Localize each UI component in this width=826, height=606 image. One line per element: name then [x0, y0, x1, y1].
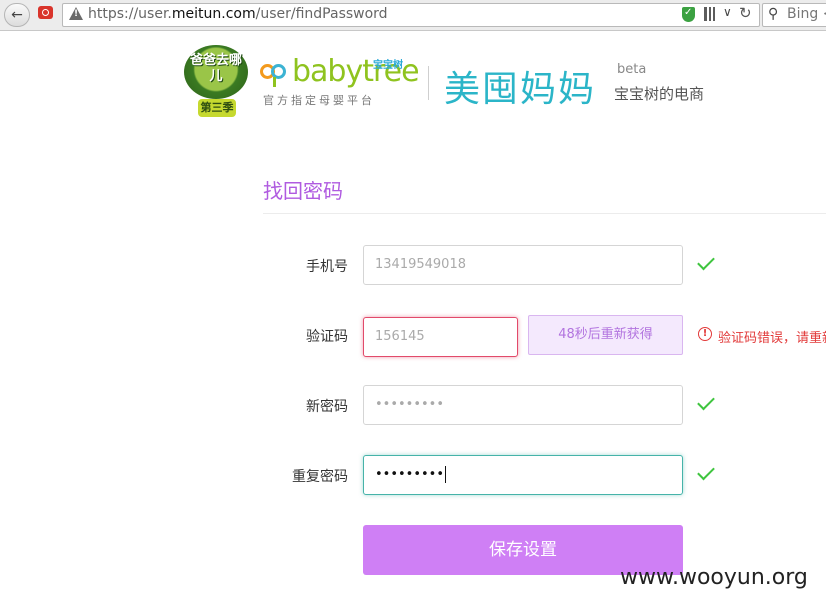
babytree-cn-label: 宝宝树 [373, 60, 403, 71]
back-arrow-icon[interactable]: ← [4, 3, 30, 27]
new-password-input[interactable]: ••••••••• [363, 385, 683, 425]
shield-icon[interactable] [682, 7, 695, 22]
babytree-mark-icon [260, 62, 290, 87]
text-caret [445, 466, 447, 483]
resend-code-button[interactable]: 48秒后重新获得 [528, 315, 683, 355]
url-path: /user/findPassword [255, 6, 388, 22]
phone-label: 手机号 [306, 259, 348, 275]
new-password-label: 新密码 [306, 399, 348, 415]
repeat-password-input[interactable]: ••••••••• [363, 455, 683, 495]
repeat-password-check-icon [697, 462, 715, 481]
phone-input[interactable]: 13419549018 [363, 245, 683, 285]
meitun-subtitle: 宝宝树的电商 [614, 85, 705, 103]
search-icon: ⚲ [768, 6, 779, 22]
search-bar[interactable]: ⚲ Bing < [762, 3, 826, 27]
show-badge-logo[interactable]: 爸爸去哪儿 第三季 [184, 45, 248, 120]
beta-label: beta [617, 62, 647, 77]
title-divider [263, 213, 826, 214]
qr-code-icon[interactable] [704, 7, 718, 21]
meitun-logo-text[interactable]: 美囤妈妈 [444, 60, 596, 112]
url-text[interactable]: https://user.meitun.com/user/findPasswor… [88, 6, 388, 22]
address-bar[interactable]: https://user.meitun.com/user/findPasswor… [62, 3, 760, 27]
reload-icon[interactable]: ↻ [739, 4, 752, 22]
verification-code-input[interactable]: 156145 [363, 317, 518, 357]
code-error-message: 验证码错误，请重新 [718, 331, 826, 346]
page-title: 找回密码 [263, 179, 343, 203]
badge-circle: 爸爸去哪儿 [184, 45, 248, 99]
repeat-password-label: 重复密码 [292, 469, 348, 485]
code-label: 验证码 [306, 329, 348, 345]
repeat-password-value: ••••••••• [375, 467, 445, 482]
error-icon: ! [698, 327, 712, 341]
warning-icon [69, 7, 83, 20]
badge-subtitle: 第三季 [198, 99, 236, 117]
logo-divider [428, 66, 429, 100]
browser-toolbar: ← https://user.meitun.com/user/findPassw… [0, 0, 826, 31]
search-placeholder: Bing < [787, 6, 826, 22]
watermark: www.wooyun.org [620, 565, 808, 590]
url-domain: meitun.com [171, 6, 256, 22]
babytree-slogan: 官方指定母婴平台 [263, 94, 375, 107]
new-password-check-icon [697, 392, 715, 411]
phone-check-icon [697, 252, 715, 271]
camera-favicon-icon [38, 6, 53, 19]
chevron-down-icon[interactable]: ∨ [723, 5, 732, 19]
badge-title: 爸爸去哪儿 [190, 53, 243, 84]
url-prefix: https://user. [88, 6, 172, 22]
